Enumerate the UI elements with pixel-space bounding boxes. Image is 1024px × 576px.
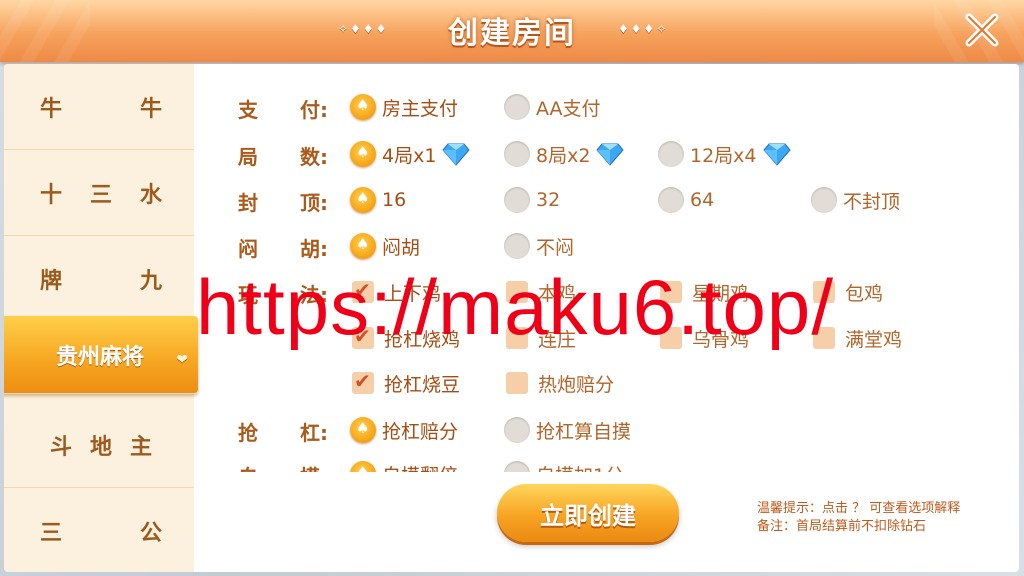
radio-selected[interactable] <box>350 417 376 443</box>
tab-char: 地 <box>89 434 112 460</box>
radio-selected[interactable] <box>350 187 376 213</box>
option-cap-32[interactable]: 32 <box>504 186 560 214</box>
close-button[interactable] <box>946 2 1018 58</box>
tab-char: 公 <box>139 521 162 546</box>
tab-char: 水 <box>139 182 162 208</box>
watermark-url: https://maku6.top/ <box>195 263 834 351</box>
option-qianggang-peifen[interactable]: 抢杠赔分 <box>350 416 458 444</box>
title-bar: ✧♦♦♦ 创建房间 ♦♦♦✧ <box>0 0 1024 62</box>
heart-icon: ❤ <box>176 352 188 368</box>
option-label: 32 <box>536 189 561 211</box>
radio[interactable] <box>658 141 684 167</box>
label-char: 顶: <box>300 191 328 215</box>
option-qianggang-shaodou[interactable]: 抢杠烧豆 <box>352 369 460 397</box>
label-char: 自 <box>238 461 258 472</box>
radio[interactable] <box>504 141 530 167</box>
create-room-button[interactable]: 立即创建 <box>497 484 679 542</box>
option-cap-64[interactable]: 64 <box>658 186 714 214</box>
option-zimo-plus1[interactable]: 自摸加1分 <box>504 460 624 472</box>
diamond-icon <box>596 143 625 166</box>
radio-selected[interactable] <box>350 94 376 120</box>
option-rounds-4[interactable]: 4局x1 <box>350 140 471 168</box>
radio-selected[interactable] <box>350 233 376 259</box>
tab-char: 牌 <box>40 268 63 294</box>
radio[interactable] <box>504 233 530 259</box>
option-cap-16[interactable]: 16 <box>350 186 406 214</box>
label-char: 支 <box>238 98 258 122</box>
option-label: 闷胡 <box>382 236 421 259</box>
checkbox-checked[interactable] <box>352 369 374 394</box>
label-cap: 封 顶: <box>238 187 328 216</box>
label-char: 摸: <box>300 461 328 472</box>
option-label: 抢杠赔分 <box>382 420 459 443</box>
checkbox[interactable] <box>506 372 528 394</box>
label-char: 付: <box>300 98 328 122</box>
tab-doudizhu[interactable]: 斗 地 主 <box>4 402 194 488</box>
option-label: 自摸加1分 <box>536 461 624 473</box>
label-char: 胡: <box>300 237 328 261</box>
label-char: 局 <box>238 145 258 169</box>
radio[interactable] <box>504 417 530 443</box>
option-repao-peifen[interactable]: 热炮赔分 <box>506 369 614 397</box>
option-rounds-8[interactable]: 8局x2 <box>504 140 625 168</box>
tab-sangong[interactable]: 三 公 <box>4 488 194 572</box>
option-qianggang-zimo[interactable]: 抢杠算自摸 <box>504 416 631 444</box>
option-menhu[interactable]: 闷胡 <box>350 232 420 260</box>
label-char: 数: <box>300 145 328 169</box>
tab-shisanshui[interactable]: 十 三 水 <box>4 150 194 236</box>
diamond-icon <box>762 143 791 166</box>
radio-selected[interactable] <box>350 141 376 167</box>
label-payment: 支 付: <box>238 94 328 123</box>
hint-line-1: 温馨提示：点击 ？ 可查看选项解释 <box>757 501 961 516</box>
option-cap-none[interactable]: 不封顶 <box>811 186 900 214</box>
option-label: 8局x2 <box>536 144 591 167</box>
close-icon <box>965 13 999 47</box>
option-owner-pay[interactable]: 房主支付 <box>350 93 458 121</box>
option-label: 不封顶 <box>843 190 901 213</box>
tab-char: 三 <box>40 521 63 546</box>
label-char: 封 <box>238 191 258 215</box>
option-zimo-double[interactable]: 自摸翻倍 <box>350 460 458 472</box>
label-menhu: 闷 胡: <box>238 233 328 262</box>
option-aa-pay[interactable]: AA支付 <box>504 93 601 121</box>
tab-char: 牛 <box>40 96 63 122</box>
option-label: 抢杠烧豆 <box>384 373 461 396</box>
tab-char: 三 <box>89 182 112 208</box>
label-char: 杠: <box>300 421 328 445</box>
option-bumen[interactable]: 不闷 <box>504 232 574 260</box>
label-char: 闷 <box>238 237 258 261</box>
diamond-icon <box>442 143 471 166</box>
option-label: 4局x1 <box>382 144 437 167</box>
hint-text: 温馨提示：点击 ？ 可查看选项解释 备注：首局结算前不扣除钻石 <box>757 500 960 536</box>
option-rounds-12[interactable]: 12局x4 <box>658 140 791 168</box>
tab-char: 牛 <box>139 96 162 122</box>
radio[interactable] <box>658 187 684 213</box>
option-label: 64 <box>690 189 715 211</box>
option-label: 自摸翻倍 <box>382 461 458 473</box>
option-label: 16 <box>382 189 407 211</box>
label-zimo: 自 摸: <box>238 461 328 472</box>
option-label: 不闷 <box>536 236 575 259</box>
page-title: 创建房间 <box>448 16 576 51</box>
option-label: AA支付 <box>536 97 601 120</box>
tab-char: 十 <box>40 182 63 208</box>
option-label: 房主支付 <box>382 97 459 120</box>
option-label: 12局x4 <box>690 144 757 167</box>
option-label: 热炮赔分 <box>538 373 615 396</box>
tab-char: 主 <box>129 434 152 460</box>
radio[interactable] <box>811 187 837 213</box>
tab-niuniu[interactable]: 牛 牛 <box>4 64 194 150</box>
hint-line-2: 备注：首局结算前不扣除钻石 <box>757 519 927 534</box>
radio[interactable] <box>504 94 530 120</box>
title-ornament-right: ♦♦♦✧ <box>618 22 669 36</box>
label-rounds: 局 数: <box>238 141 328 170</box>
label-qianggang: 抢 杠: <box>238 417 328 446</box>
radio-selected[interactable] <box>350 461 376 472</box>
option-label: 抢杠算自摸 <box>536 420 632 443</box>
radio[interactable] <box>504 461 530 472</box>
tab-char: 斗 <box>50 434 73 460</box>
label-char: 抢 <box>238 421 258 445</box>
radio[interactable] <box>504 187 530 213</box>
